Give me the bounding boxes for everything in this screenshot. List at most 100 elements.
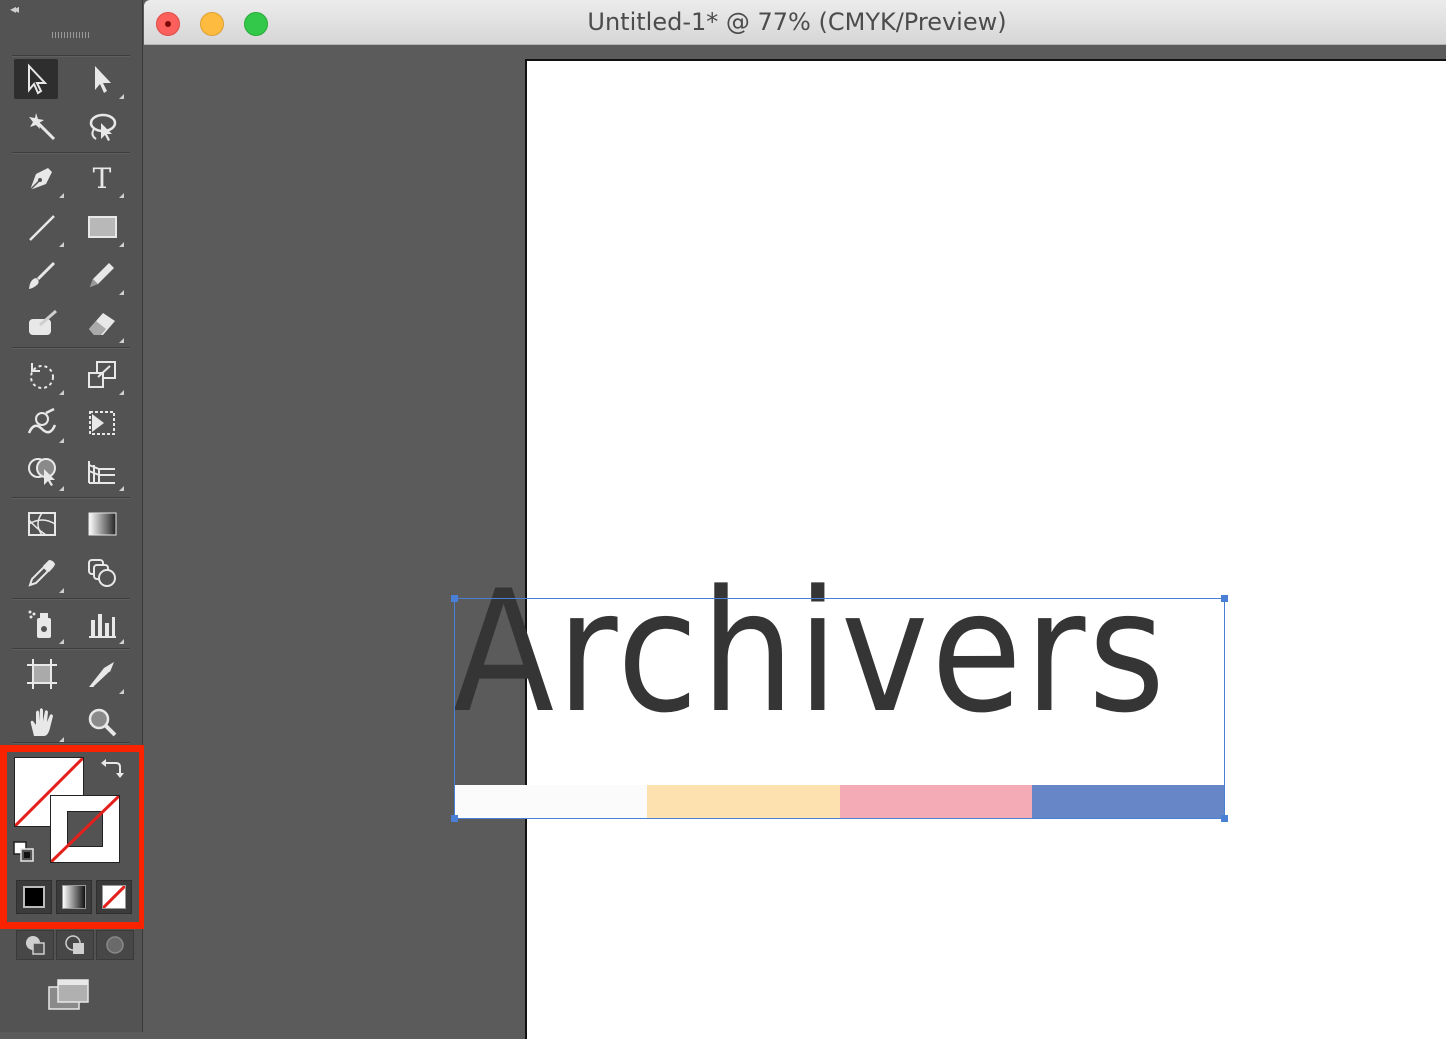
lasso-tool[interactable] [80,107,124,147]
selection-tool[interactable] [14,59,58,99]
tool-separator [12,55,130,57]
warp-icon [27,407,57,434]
slice-icon [89,662,114,688]
flyout-indicator [119,639,124,644]
draw-behind-icon [65,935,84,954]
gradient-icon [88,512,117,536]
magic-wand-icon [29,113,56,141]
flyout-indicator [59,588,64,593]
selection-handle[interactable] [1221,815,1228,822]
symbol-sprayer-tool[interactable] [20,604,64,644]
blob-brush-tool[interactable] [20,303,64,343]
flyout-indicator [59,438,64,443]
canvas-area[interactable] [144,45,1446,1039]
blob-brush-icon [29,309,57,335]
type-tool[interactable]: T [80,158,124,198]
perspective-grid-tool[interactable] [80,451,124,491]
mesh-tool[interactable] [20,504,64,544]
panel-grip[interactable] [52,32,90,38]
document-window: Untitled-1* @ 77% (CMYK/Preview) [144,0,1446,1039]
flyout-indicator [119,193,124,198]
lasso-icon [89,113,117,141]
line-segment-tool[interactable] [20,207,64,247]
column-graph-icon [89,614,116,638]
draw-normal-icon [26,936,45,955]
direct-selection-tool[interactable] [80,59,124,99]
tool-separator [12,742,130,744]
paintbrush-tool[interactable] [20,255,64,295]
scale-tool[interactable] [80,355,124,395]
flyout-indicator [119,290,124,295]
draw-inside-icon [106,936,124,954]
eyedropper-tool[interactable] [20,553,64,593]
draw-inside-button[interactable] [96,930,134,960]
window-title: Untitled-1* @ 77% (CMYK/Preview) [587,8,1007,36]
flyout-indicator [119,338,124,343]
flyout-indicator [119,689,124,694]
draw-normal-button[interactable] [16,930,54,960]
rectangle-tool[interactable] [80,207,124,247]
zoom-icon [88,708,117,737]
hand-tool[interactable] [20,702,64,742]
screen-mode-icon [48,979,89,1010]
pencil-tool[interactable] [80,255,124,295]
flyout-indicator [59,639,64,644]
tool-separator [12,152,130,154]
direct-selection-arrow-icon [95,66,111,93]
draw-behind-button[interactable] [56,930,94,960]
flyout-indicator [119,486,124,491]
paintbrush-icon [29,261,56,289]
collapse-panel-icon[interactable]: ◂◂ [10,2,19,16]
line-icon [29,215,55,241]
hand-icon [30,708,53,736]
flyout-indicator [119,390,124,395]
selection-handle[interactable] [451,595,458,602]
fill-stroke-highlight [0,745,146,929]
selection-bounding-box[interactable] [451,595,1228,822]
eraser-icon [89,313,115,335]
scale-icon [88,361,116,388]
tool-separator [12,497,130,499]
flyout-indicator [59,242,64,247]
title-bar[interactable]: Untitled-1* @ 77% (CMYK/Preview) [144,0,1446,45]
flyout-indicator [59,737,64,742]
perspective-grid-icon [88,461,115,484]
artboard-icon [27,659,57,689]
shape-builder-tool[interactable] [20,451,64,491]
pen-icon [29,168,52,191]
mesh-icon [28,512,56,536]
symbol-sprayer-icon [28,610,51,638]
tools-panel: ◂◂ T [0,0,146,1032]
flyout-indicator [59,390,64,395]
eraser-tool[interactable] [80,303,124,343]
selection-handle[interactable] [451,815,458,822]
warp-tool[interactable] [20,403,64,443]
blend-tool[interactable] [80,553,124,593]
selection-arrow-icon [28,63,48,95]
rotate-icon [30,363,54,389]
blend-icon [88,559,116,587]
artboard-tool[interactable] [20,654,64,694]
artboard[interactable] [525,59,1446,1039]
type-icon: T [93,162,112,195]
eyedropper-icon [28,560,55,587]
zoom-tool[interactable] [80,702,124,742]
flyout-indicator [59,486,64,491]
screen-mode-button[interactable] [44,975,94,1015]
pen-tool[interactable] [20,158,64,198]
gradient-tool[interactable] [80,504,124,544]
flyout-indicator [59,193,64,198]
tool-separator [12,648,130,650]
slice-tool[interactable] [80,654,124,694]
tool-separator [12,598,130,600]
magic-wand-tool[interactable] [20,107,64,147]
tool-separator [12,347,130,349]
column-graph-tool[interactable] [80,604,124,644]
pencil-icon [90,263,114,287]
rectangle-icon [88,216,117,238]
free-transform-icon [89,411,115,435]
free-transform-tool[interactable] [80,403,124,443]
flyout-indicator [119,94,124,99]
rotate-tool[interactable] [20,355,64,395]
selection-handle[interactable] [1221,595,1228,602]
